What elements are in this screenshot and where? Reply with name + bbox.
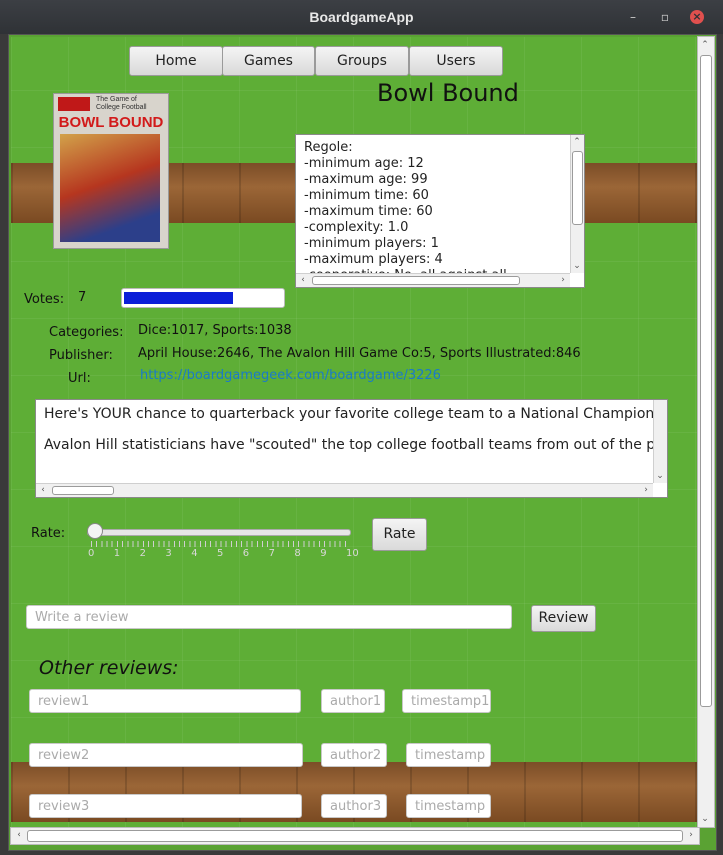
maximize-icon[interactable]: ▫: [658, 10, 672, 24]
slider-tick-label: 9: [320, 548, 327, 559]
scroll-thumb[interactable]: [572, 151, 583, 225]
game-title: Bowl Bound: [377, 79, 519, 107]
cover-title: BOWL BOUND: [58, 114, 164, 131]
slider-tick-label: 0: [88, 548, 95, 559]
scroll-thumb[interactable]: [52, 486, 114, 495]
description-paragraph: Avalon Hill statisticians have "scouted"…: [44, 437, 668, 453]
timestamp-field[interactable]: timestamp: [406, 794, 491, 818]
review-field[interactable]: review2: [29, 743, 303, 767]
votes-count: 7: [78, 290, 87, 305]
slider-tick-label: 10: [346, 548, 359, 559]
window-title: BoardgameApp: [309, 9, 414, 25]
review-input[interactable]: Write a review: [26, 605, 512, 629]
nav-users-button[interactable]: Users: [409, 46, 503, 76]
scroll-thumb[interactable]: [27, 830, 683, 842]
url-label: Url:: [68, 371, 91, 386]
author-field[interactable]: author1: [321, 689, 385, 713]
scroll-thumb[interactable]: [700, 55, 712, 707]
window-vertical-scrollbar[interactable]: ⌃ ⌄: [697, 36, 715, 828]
scroll-down-icon[interactable]: ⌄: [699, 813, 711, 825]
slider-tick-label: 5: [217, 548, 224, 559]
window-titlebar: BoardgameApp – ▫ ×: [0, 0, 723, 34]
scroll-left-icon[interactable]: ‹: [37, 484, 49, 496]
minimize-icon[interactable]: –: [626, 10, 640, 24]
rules-vertical-scrollbar[interactable]: ⌃ ⌄: [570, 135, 584, 273]
description-vertical-scrollbar[interactable]: ⌄: [653, 400, 667, 483]
description-paragraph: Here's YOUR chance to quarterback your f…: [44, 406, 668, 422]
game-cover-image: The Game of College Football BOWL BOUND: [53, 93, 169, 249]
cover-artwork: [60, 134, 160, 242]
close-icon[interactable]: ×: [690, 10, 704, 24]
votes-progress-fill: [124, 292, 233, 304]
scroll-right-icon[interactable]: ›: [640, 484, 652, 496]
publisher-logo: [58, 97, 90, 111]
slider-tick-label: 3: [165, 548, 172, 559]
slider-tick-label: 1: [113, 548, 121, 559]
review-button[interactable]: Review: [531, 605, 596, 632]
scroll-left-icon[interactable]: ‹: [13, 829, 25, 841]
review-field[interactable]: review3: [29, 794, 302, 818]
author-field[interactable]: author2: [321, 743, 387, 767]
scroll-up-icon[interactable]: ⌃: [571, 136, 583, 148]
votes-progress-bar: [121, 288, 285, 308]
nav-home-button[interactable]: Home: [129, 46, 223, 76]
nav-groups-button[interactable]: Groups: [315, 46, 409, 76]
categories-value: Dice:1017, Sports:1038: [138, 323, 292, 338]
game-url-link[interactable]: https://boardgamegeek.com/boardgame/3226: [140, 368, 441, 383]
timestamp-field[interactable]: timestamp1: [402, 689, 491, 713]
slider-thumb[interactable]: [87, 523, 103, 539]
rating-slider[interactable]: 0 1 2 3 4 5 6 7 8 9 10: [87, 523, 359, 559]
slider-tick-label: 8: [294, 548, 301, 559]
votes-label: Votes:: [24, 292, 65, 307]
app-window: Home Games Groups Users Bowl Bound The G…: [8, 34, 717, 851]
nav-games-button[interactable]: Games: [222, 46, 315, 76]
timestamp-field[interactable]: timestamp: [406, 743, 491, 767]
main-panel: Home Games Groups Users Bowl Bound The G…: [11, 37, 697, 832]
scroll-up-icon[interactable]: ⌃: [699, 39, 711, 51]
author-field[interactable]: author3: [321, 794, 387, 818]
rules-textarea[interactable]: Regole: -minimum age: 12 -maximum age: 9…: [295, 134, 585, 288]
categories-label: Categories:: [49, 325, 124, 340]
scroll-left-icon[interactable]: ‹: [297, 274, 309, 286]
other-reviews-heading: Other reviews:: [39, 657, 179, 679]
review-field[interactable]: review1: [29, 689, 301, 713]
scroll-thumb[interactable]: [312, 276, 520, 285]
publisher-label: Publisher:: [49, 348, 113, 363]
slider-tick-label: 6: [242, 548, 250, 559]
rules-horizontal-scrollbar[interactable]: ‹ ›: [296, 273, 570, 287]
cover-caption: The Game of College Football: [96, 96, 147, 111]
slider-ticks: [91, 541, 349, 547]
slider-tick-label: 4: [191, 548, 198, 559]
description-horizontal-scrollbar[interactable]: ‹ ›: [36, 483, 653, 497]
slider-track[interactable]: [87, 529, 351, 536]
scroll-down-icon[interactable]: ⌄: [654, 470, 666, 482]
slider-tick-label: 7: [268, 548, 275, 559]
scroll-right-icon[interactable]: ›: [557, 274, 569, 286]
rate-button[interactable]: Rate: [372, 518, 427, 551]
rules-text: Regole: -minimum age: 12 -maximum age: 9…: [304, 140, 507, 283]
window-horizontal-scrollbar[interactable]: ‹ ›: [10, 827, 700, 845]
rate-label: Rate:: [31, 526, 66, 541]
description-textarea[interactable]: Here's YOUR chance to quarterback your f…: [35, 399, 668, 498]
slider-tick-label: 2: [139, 548, 146, 559]
scroll-right-icon[interactable]: ›: [685, 829, 697, 841]
publisher-value: April House:2646, The Avalon Hill Game C…: [138, 346, 581, 361]
scroll-down-icon[interactable]: ⌄: [571, 260, 583, 272]
